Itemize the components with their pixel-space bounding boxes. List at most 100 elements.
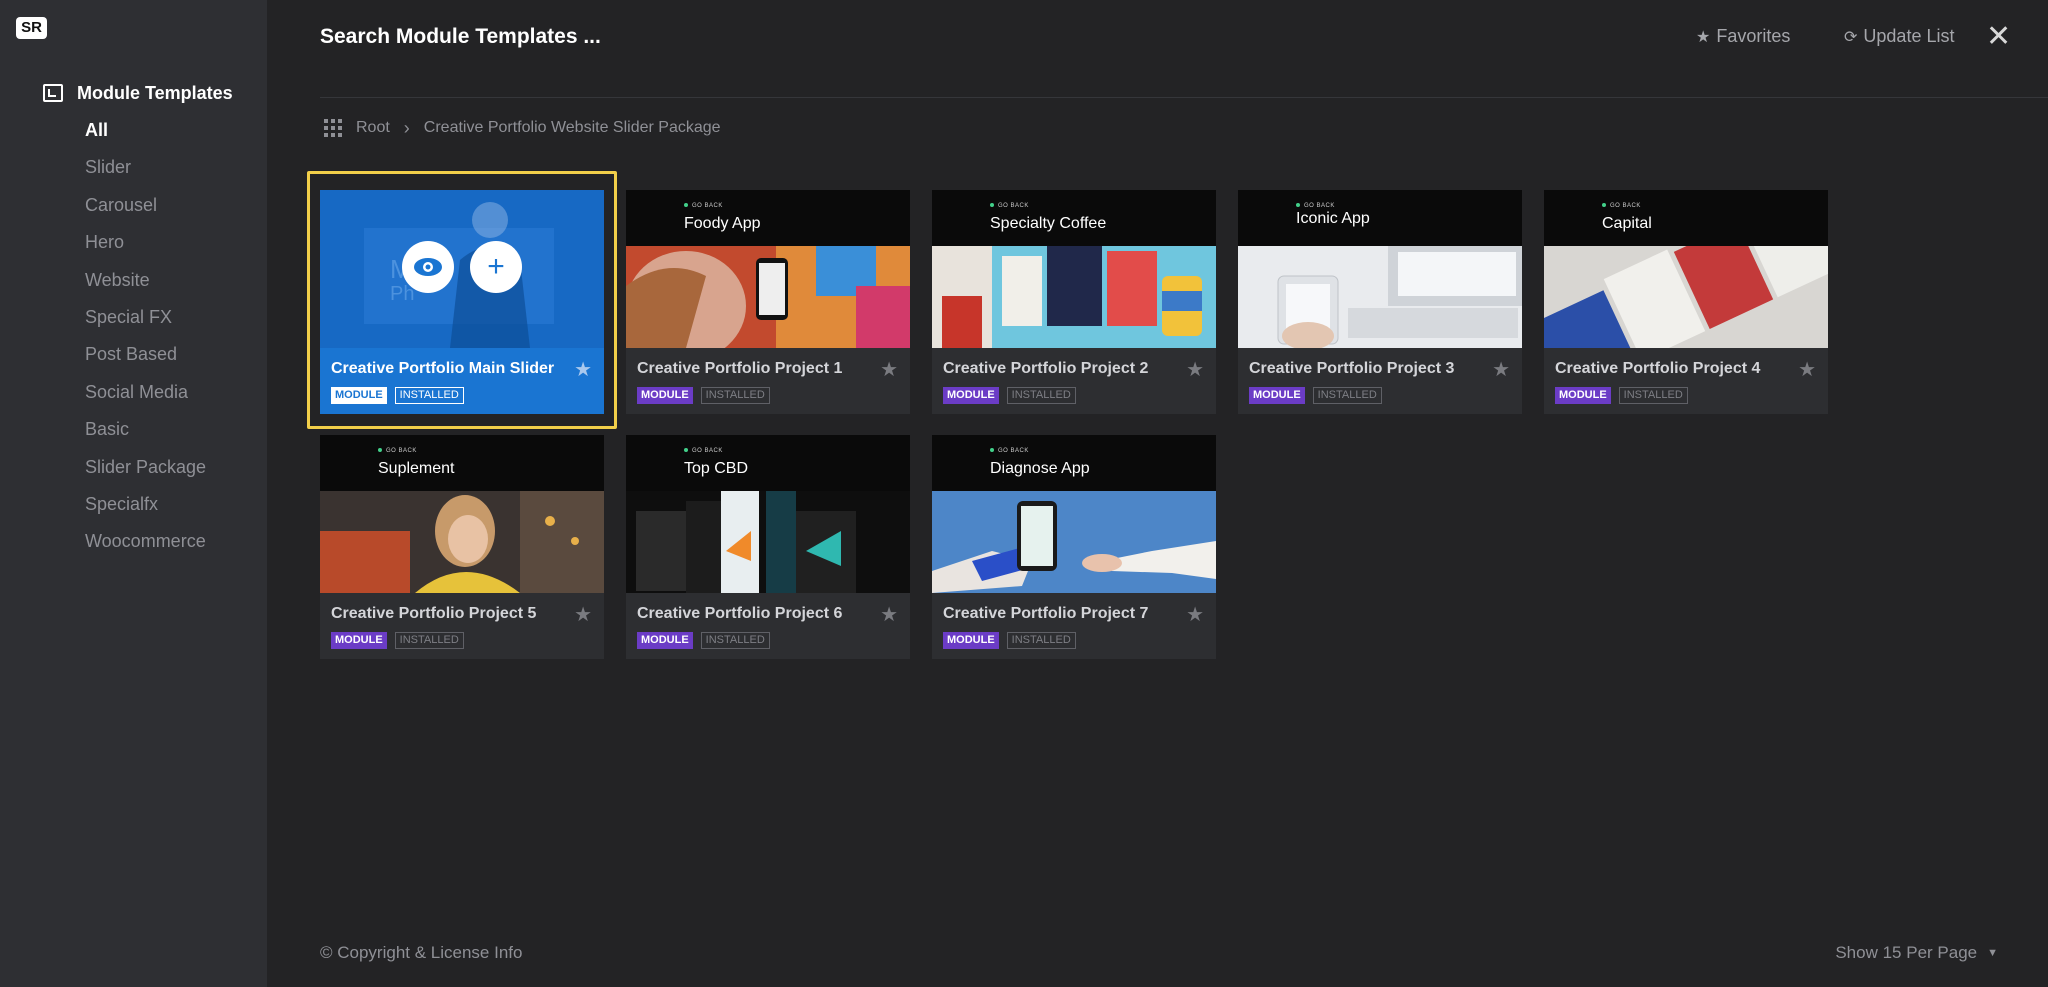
chevron-right-icon: › xyxy=(403,117,410,138)
template-card[interactable]: GO BACK Top CBD Creative Portfolio Projec… xyxy=(626,435,910,659)
installed-badge: INSTALLED xyxy=(1006,632,1076,649)
favorite-star-icon[interactable]: ★ xyxy=(880,357,898,382)
sidebar-title-label: Module Templates xyxy=(77,82,233,103)
card-title: Creative Portfolio Project 5 xyxy=(331,605,537,622)
thumbnail-image xyxy=(932,491,1216,593)
module-badge: MODULE xyxy=(331,632,387,649)
module-badge: MODULE xyxy=(637,632,693,649)
star-icon: ★ xyxy=(1696,28,1711,46)
thumb-title: Suplement xyxy=(378,460,455,477)
template-card[interactable]: GO BACK Suplement Creative Portfolio Proj… xyxy=(320,435,604,659)
sidebar-item-hero[interactable]: Hero xyxy=(85,227,206,264)
module-badge: MODULE xyxy=(1249,387,1305,404)
caret-down-icon: ▼ xyxy=(1987,947,1998,959)
sidebar-item-slider[interactable]: Slider xyxy=(85,152,206,189)
card-thumbnail: GO BACK Top CBD xyxy=(626,435,910,593)
breadcrumb-root[interactable]: Root xyxy=(356,119,390,137)
template-card[interactable]: GO BACK Foody App Creative Portfolio Proj… xyxy=(626,190,910,414)
thumbnail-image xyxy=(1238,246,1522,348)
installed-badge: INSTALLED xyxy=(700,387,770,404)
card-title: Creative Portfolio Project 3 xyxy=(1249,360,1455,377)
grid-icon[interactable] xyxy=(324,119,342,137)
thumb-tag: GO BACK xyxy=(378,448,417,454)
card-thumbnail: GO BACK Diagnose App xyxy=(932,435,1216,593)
installed-badge: INSTALLED xyxy=(1006,387,1076,404)
close-icon[interactable]: ✕ xyxy=(1986,22,2011,52)
template-card[interactable]: GO BACK Diagnose App Creative Portfolio P… xyxy=(932,435,1216,659)
image-frame-icon xyxy=(43,84,63,102)
favorite-star-icon[interactable]: ★ xyxy=(880,602,898,627)
thumb-title: Foody App xyxy=(684,215,761,232)
module-badge: MODULE xyxy=(1555,387,1611,404)
sidebar-item-social-media[interactable]: Social Media xyxy=(85,377,206,414)
favorite-star-icon[interactable]: ★ xyxy=(1492,357,1510,382)
category-list: All Slider Carousel Hero Website Special… xyxy=(85,115,206,564)
thumb-tag: GO BACK xyxy=(684,203,723,209)
thumbnail-image xyxy=(626,491,910,593)
module-badge: MODULE xyxy=(943,632,999,649)
sidebar-title[interactable]: Module Templates xyxy=(43,81,233,105)
thumb-tag: GO BACK xyxy=(990,448,1029,454)
card-thumbnail: GO BACK Foody App xyxy=(626,190,910,348)
update-list-label: Update List xyxy=(1863,26,1955,46)
installed-badge: INSTALLED xyxy=(1618,387,1688,404)
thumb-tag: GO BACK xyxy=(1602,203,1641,209)
sr-logo: SR xyxy=(16,17,47,39)
card-thumbnail: GO BACK Specialty Coffee xyxy=(932,190,1216,348)
card-thumbnail: GO BACK Capital xyxy=(1544,190,1828,348)
favorites-button[interactable]: ★ Favorites xyxy=(1696,26,1790,47)
update-list-button[interactable]: ⟳ Update List xyxy=(1844,26,1954,47)
per-page-select[interactable]: Show 15 Per Page ▼ xyxy=(1835,943,1998,963)
thumb-title: Diagnose App xyxy=(990,460,1090,477)
installed-badge: INSTALLED xyxy=(394,632,464,649)
thumb-title: Iconic App xyxy=(1296,210,1370,227)
sidebar-item-basic[interactable]: Basic xyxy=(85,414,206,451)
thumb-tag: GO BACK xyxy=(684,448,723,454)
template-card[interactable]: GO BACK Capital Creative Portfolio Projec… xyxy=(1544,190,1828,414)
sidebar-item-special-fx[interactable]: Special FX xyxy=(85,302,206,339)
sidebar-item-slider-package[interactable]: Slider Package xyxy=(85,452,206,489)
card-title: Creative Portfolio Project 7 xyxy=(943,605,1149,622)
thumbnail-image xyxy=(626,246,910,348)
copyright-link[interactable]: © Copyright & License Info xyxy=(320,943,522,963)
card-title: Creative Portfolio Project 2 xyxy=(943,360,1149,377)
template-card[interactable]: GO BACK Iconic App Creative Portfolio Pro… xyxy=(1238,190,1522,414)
template-card[interactable]: GO BACK Specialty Coffee Creative Portfol… xyxy=(932,190,1216,414)
card-thumbnail: GO BACK Iconic App xyxy=(1238,190,1522,348)
sidebar-item-all[interactable]: All xyxy=(85,115,206,152)
thumbnail-image xyxy=(1544,246,1828,348)
module-badge: MODULE xyxy=(943,387,999,404)
favorites-label: Favorites xyxy=(1716,26,1791,46)
card-thumbnail: GO BACK Suplement xyxy=(320,435,604,593)
breadcrumb-current: Creative Portfolio Website Slider Packag… xyxy=(423,119,721,136)
favorite-star-icon[interactable]: ★ xyxy=(1186,357,1204,382)
sidebar: SR Module Templates All Slider Carousel … xyxy=(0,0,267,987)
per-page-label: Show 15 Per Page xyxy=(1835,943,1978,962)
thumbnail-image xyxy=(320,491,604,593)
sidebar-item-specialfx[interactable]: Specialfx xyxy=(85,489,206,526)
header-divider xyxy=(320,97,2048,98)
card-title: Creative Portfolio Project 1 xyxy=(637,360,843,377)
installed-badge: INSTALLED xyxy=(1312,387,1382,404)
module-badge: MODULE xyxy=(637,387,693,404)
favorite-star-icon[interactable]: ★ xyxy=(574,602,592,627)
refresh-icon: ⟳ xyxy=(1844,28,1858,46)
sidebar-item-woocommerce[interactable]: Woocommerce xyxy=(85,526,206,563)
thumb-title: Specialty Coffee xyxy=(990,215,1107,232)
thumb-title: Top CBD xyxy=(684,460,749,477)
breadcrumb: Root › Creative Portfolio Website Slider… xyxy=(324,116,721,140)
search-input[interactable]: Search Module Templates ... xyxy=(320,25,601,49)
card-title: Creative Portfolio Project 6 xyxy=(637,605,843,622)
favorite-star-icon[interactable]: ★ xyxy=(1798,357,1816,382)
thumb-tag: GO BACK xyxy=(1296,203,1335,209)
favorite-star-icon[interactable]: ★ xyxy=(1186,602,1204,627)
sidebar-item-post-based[interactable]: Post Based xyxy=(85,339,206,376)
thumb-title: Capital xyxy=(1602,215,1652,232)
sidebar-item-carousel[interactable]: Carousel xyxy=(85,190,206,227)
card-title: Creative Portfolio Project 4 xyxy=(1555,360,1761,377)
thumb-tag: GO BACK xyxy=(990,203,1029,209)
selection-frame xyxy=(307,171,617,429)
installed-badge: INSTALLED xyxy=(700,632,770,649)
thumbnail-image xyxy=(932,246,1216,348)
sidebar-item-website[interactable]: Website xyxy=(85,265,206,302)
